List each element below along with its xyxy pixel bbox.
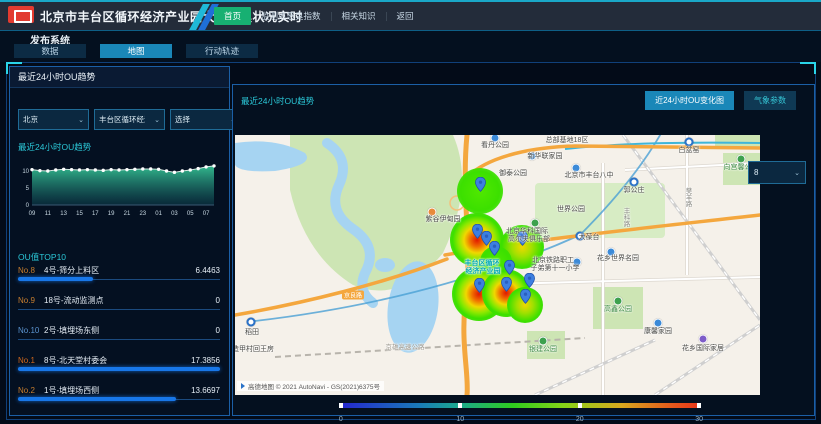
city-select[interactable]: 北京 ⌄ [18,109,89,130]
gaode-logo-icon [241,383,245,389]
map-panel: 最近24小时OU趋势 近24小时OU变化图 气象参数 [232,84,815,416]
chevron-down-icon: ⌄ [78,116,84,124]
svg-text:17: 17 [92,211,99,217]
svg-text:03: 03 [171,211,178,217]
point-filter-select[interactable]: 选择 ⌄ [170,109,241,130]
legend-tick-label: 10 [456,416,464,423]
poi-icon [607,248,616,257]
poi-icon [572,164,581,173]
weather-params-button[interactable]: 气象参数 [744,91,796,110]
metro-station-icon [630,178,639,187]
tab-track[interactable]: 行动轨迹 [186,44,258,58]
top-bar: 北京市丰台区循环经济产业园大气恶臭状况实时 首页 监测点恶臭指数 相关知识 返回 [0,0,821,31]
svg-text:13: 13 [60,211,67,217]
app-logo-icon [8,6,34,23]
map-panel-title: 最近24小时OU趋势 [241,95,314,107]
trend-panel: 最近24小时OU趋势 北京 ⌄ 丰台区循环经济产 ⌄ 选择 ⌄ 最近24小时OU… [9,66,230,416]
svg-text:07: 07 [203,211,210,217]
nav-item-odor-index[interactable]: 监测点恶臭指数 [251,7,331,25]
svg-text:0: 0 [26,203,30,209]
trend-panel-header: 最近24小时OU趋势 [10,67,229,88]
heatmap-legend: 0 10 20 30 [339,403,701,422]
svg-text:21: 21 [124,211,131,217]
legend-tick-label: 0 [339,416,343,423]
app: 北京市丰台区循环经济产业园大气恶臭状况实时 首页 监测点恶臭指数 相关知识 返回… [0,0,821,424]
map-pin-icon[interactable] [501,277,512,292]
tab-data[interactable]: 数据 [14,44,86,58]
svg-text:01: 01 [155,211,162,217]
ou-top-list: No.84号-筛分上料区6.4463No.918号-流动监测点0No.102号-… [18,265,220,415]
poi-icon [539,337,548,346]
svg-text:10: 10 [22,169,29,175]
map-pin-icon[interactable] [475,177,486,192]
map-attribution: 高德地图 © 2021 AutoNavi - GS(2021)6375号 [237,381,384,391]
map-pin-icon[interactable] [517,231,528,246]
svg-text:15: 15 [76,211,83,217]
nav-item-home[interactable]: 首页 [214,7,251,25]
map-pin-icon[interactable] [474,278,485,293]
monitor-point-select[interactable]: 8 ⌄ [748,161,806,184]
poi-icon [737,155,746,164]
metro-station-icon [685,138,694,147]
poi-icon [699,335,708,344]
poi-icon [654,319,663,328]
poi-icon [428,208,437,217]
svg-text:09: 09 [29,211,36,217]
map-canvas[interactable]: 看丹公园总部基地18区新华联家园御泰公园北京市丰台八中白盆窑向宫馨公园郭公庄世界… [235,135,760,395]
chart-title: 最近24小时OU趋势 [18,141,91,153]
list-item[interactable]: No.918号-流动监测点0 [18,295,220,325]
publish-bar: 发布系统 数据 地图 行动轨迹 [0,31,821,62]
map-panel-header: 最近24小时OU趋势 近24小时OU变化图 气象参数 [233,85,814,115]
view-tabs: 数据 地图 行动轨迹 [14,44,258,58]
list-item[interactable]: No.102号-填埋场东侧0 [18,325,220,355]
metro-station-icon [576,232,585,241]
svg-text:11: 11 [45,211,52,217]
ou-trend-chart: 0510091113151719212301030507 [16,161,222,223]
list-item[interactable]: No.21号-填埋场西侧13.6697 [18,385,220,415]
chevron-down-icon: ⌄ [154,116,160,124]
ou-change-map-button[interactable]: 近24小时OU变化图 [645,91,734,110]
list-item[interactable]: No.18号-北天堂村委会17.3856 [18,355,220,385]
main-frame: 最近24小时OU趋势 北京 ⌄ 丰台区循环经济产 ⌄ 选择 ⌄ 最近24小时OU… [6,62,816,420]
list-item[interactable]: No.84号-筛分上料区6.4463 [18,265,220,295]
poi-icon [614,297,623,306]
svg-text:23: 23 [139,211,146,217]
svg-text:5: 5 [26,186,30,192]
top-nav: 首页 监测点恶臭指数 相关知识 返回 [214,7,424,25]
toplist-title: OU值TOP10 [18,251,66,263]
poi-icon [573,258,582,267]
nav-item-knowledge[interactable]: 相关知识 [332,7,386,25]
map-pin-icon[interactable] [489,241,500,256]
nav-item-back[interactable]: 返回 [387,7,424,25]
map-panel-buttons: 近24小时OU变化图 气象参数 [645,91,796,110]
map-pin-icon[interactable] [504,260,515,275]
district-select[interactable]: 丰台区循环经济产 ⌄ [94,109,165,130]
poi-icon [531,219,540,228]
legend-tick-label: 20 [576,416,584,423]
metro-station-icon [247,318,256,327]
svg-text:05: 05 [187,211,194,217]
tab-map[interactable]: 地图 [100,44,172,58]
filter-row: 北京 ⌄ 丰台区循环经济产 ⌄ 选择 ⌄ [18,109,241,130]
map-base [235,135,760,395]
chevron-down-icon: ⌄ [794,169,800,177]
map-pin-icon[interactable] [524,273,535,288]
legend-tick-label: 30 [695,416,703,423]
legend-labels: 0 10 20 30 [339,408,701,422]
poi-icon [528,152,537,161]
svg-text:19: 19 [108,211,115,217]
map-pin-icon[interactable] [520,289,531,304]
